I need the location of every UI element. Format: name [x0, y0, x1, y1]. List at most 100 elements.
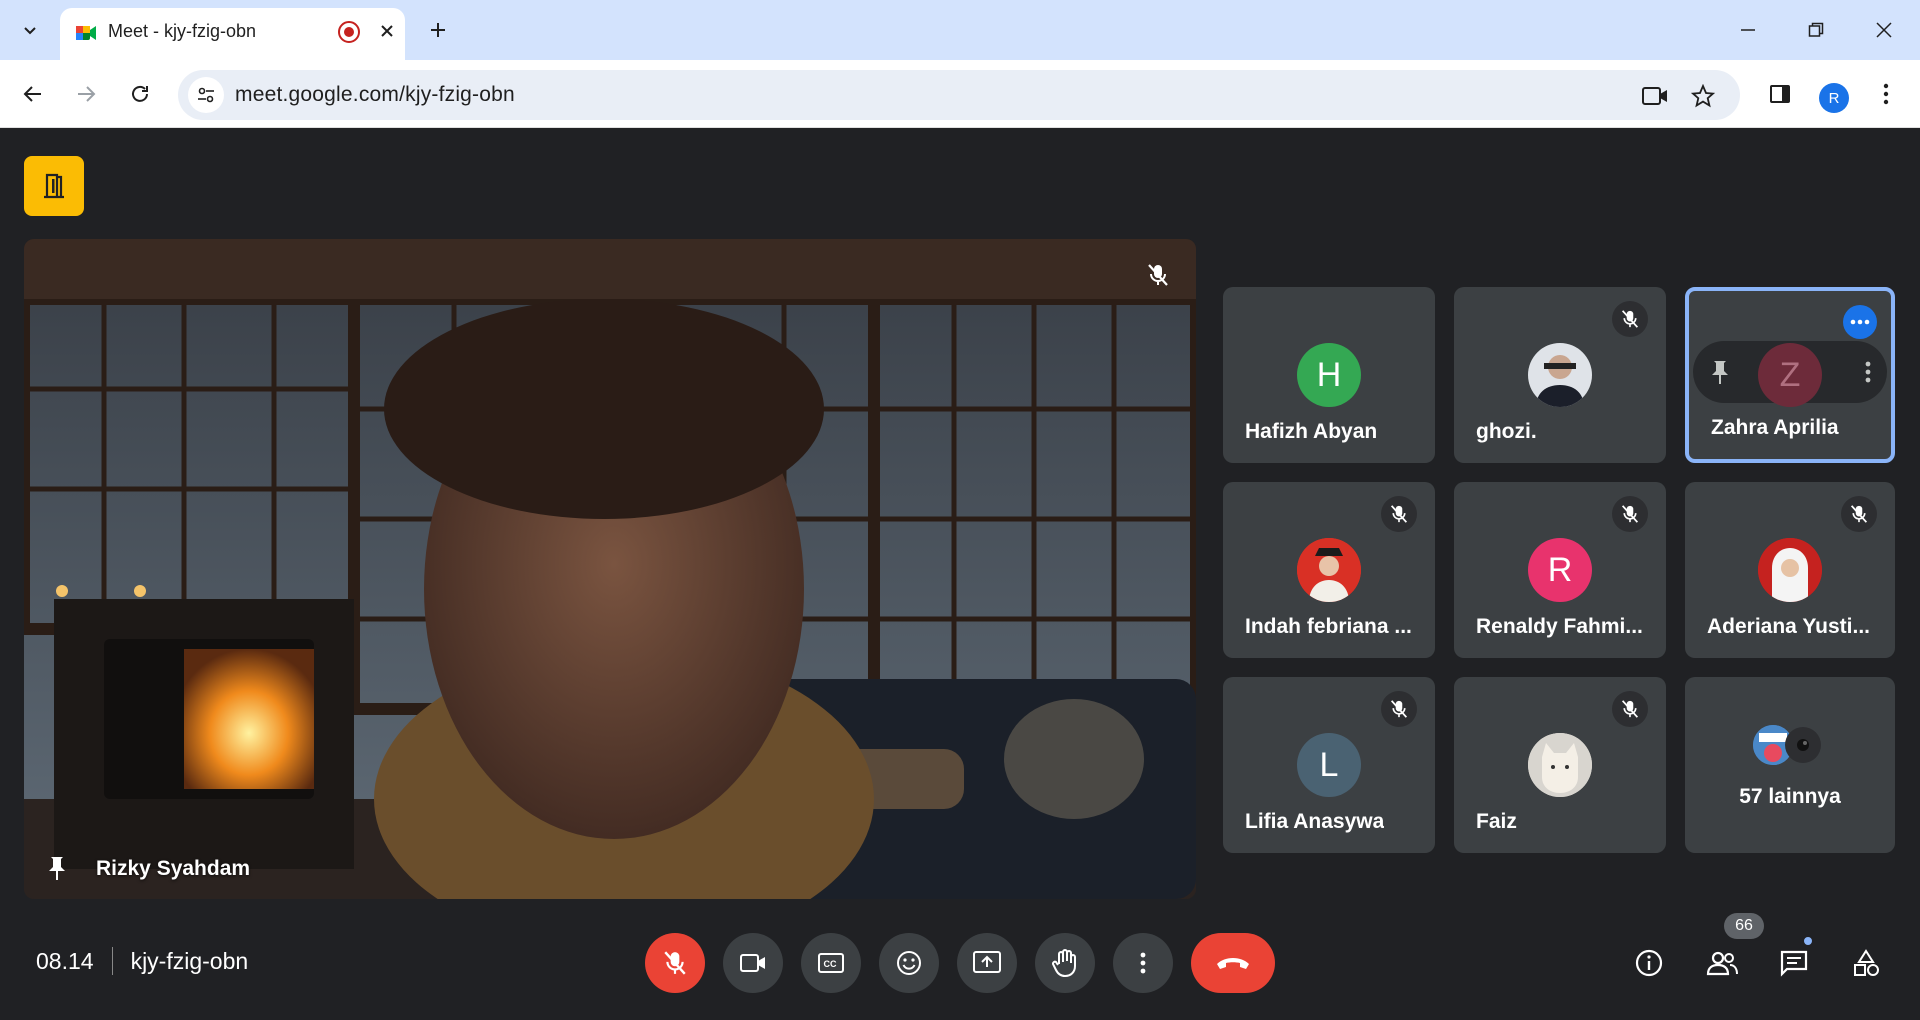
- avatar: Z: [1758, 343, 1822, 407]
- more-participants-tile[interactable]: 57 lainnya: [1685, 677, 1895, 853]
- camera-in-use-button[interactable]: [1638, 79, 1672, 113]
- chevron-down-icon: [24, 27, 36, 35]
- google-meet-favicon-icon: [76, 26, 96, 40]
- more-participants-label: 57 lainnya: [1739, 785, 1841, 808]
- participant-tile-selected[interactable]: Z Zahra Aprilia: [1685, 287, 1895, 463]
- meeting-time: 08.14: [36, 947, 94, 974]
- recording-indicator-icon: [338, 21, 360, 43]
- profile-avatar[interactable]: R: [1819, 83, 1849, 113]
- browser-menu-button[interactable]: [1866, 74, 1906, 114]
- main-speaker-name: Rizky Syahdam: [96, 857, 251, 880]
- emoji-icon: [897, 951, 921, 975]
- leave-call-button[interactable]: [1191, 933, 1275, 993]
- reactions-button[interactable]: [879, 933, 939, 993]
- pin-icon[interactable]: [40, 851, 74, 885]
- avatar: [1297, 538, 1361, 602]
- participant-tile[interactable]: R Renaldy Fahmi...: [1454, 482, 1666, 658]
- mic-off-icon: [664, 951, 686, 975]
- tab-search-button[interactable]: [9, 12, 51, 48]
- address-bar[interactable]: meet.google.com/kjy-fzig-obn: [178, 70, 1740, 120]
- tab-title: Meet - kjy-fzig-obn: [108, 21, 257, 41]
- breakout-room-button[interactable]: [24, 156, 84, 216]
- speaker-video-image: [24, 239, 1196, 899]
- mic-off-icon: [1381, 691, 1417, 727]
- meet-stage: Rizky Syahdam H Hafizh Abyan ghozi. Z Za…: [0, 129, 1920, 1020]
- more-options-button[interactable]: [1843, 305, 1877, 339]
- plus-icon: [431, 23, 445, 37]
- more-vert-icon: [1883, 83, 1889, 105]
- forward-button[interactable]: [66, 74, 106, 114]
- close-icon: [1876, 22, 1892, 38]
- more-options-button[interactable]: [1113, 933, 1173, 993]
- hand-icon: [1052, 949, 1076, 978]
- more-vert-icon: [1140, 952, 1146, 974]
- present-screen-icon: [973, 951, 1001, 973]
- participant-name: Lifia Anasywa: [1245, 810, 1385, 833]
- participant-tile[interactable]: H Hafizh Abyan: [1223, 287, 1435, 463]
- more-vert-icon[interactable]: [1865, 360, 1871, 384]
- participant-tile[interactable]: Indah febriana ...: [1223, 482, 1435, 658]
- mic-off-icon: [1841, 496, 1877, 532]
- browser-tab-meet[interactable]: Meet - kjy-fzig-obn: [60, 8, 405, 60]
- divider: [111, 947, 113, 975]
- minimize-window-button[interactable]: [1718, 10, 1778, 50]
- mic-off-icon: [1612, 301, 1648, 337]
- site-info-button[interactable]: [188, 77, 224, 113]
- main-speaker-tile[interactable]: Rizky Syahdam: [24, 239, 1196, 899]
- participant-tile[interactable]: Faiz: [1454, 677, 1666, 853]
- participant-tile[interactable]: L Lifia Anasywa: [1223, 677, 1435, 853]
- meeting-details: 08.14 kjy-fzig-obn: [36, 947, 248, 975]
- back-button[interactable]: [13, 74, 53, 114]
- bookmark-button[interactable]: [1686, 79, 1720, 113]
- chat-icon: [1780, 950, 1808, 977]
- call-end-icon: [1217, 958, 1249, 969]
- participant-name: Zahra Aprilia: [1711, 416, 1839, 439]
- pin-icon[interactable]: [1709, 359, 1731, 385]
- video-camera-icon: [1642, 87, 1667, 105]
- video-camera-icon: [740, 954, 765, 972]
- star-icon: [1691, 84, 1715, 108]
- avatar: L: [1297, 733, 1361, 797]
- avatar: [1528, 733, 1592, 797]
- mic-off-icon: [1612, 691, 1648, 727]
- activities-button[interactable]: [1842, 939, 1890, 987]
- url-text: meet.google.com/kjy-fzig-obn: [235, 83, 515, 106]
- side-panel-button[interactable]: [1760, 74, 1800, 114]
- participant-name: ghozi.: [1476, 420, 1537, 443]
- participant-name: Aderiana Yusti...: [1707, 615, 1871, 638]
- meeting-details-button[interactable]: [1625, 939, 1673, 987]
- participant-tile[interactable]: Aderiana Yusti...: [1685, 482, 1895, 658]
- reload-button[interactable]: [120, 74, 160, 114]
- browser-toolbar: meet.google.com/kjy-fzig-obn R: [0, 60, 1920, 128]
- side-panel-icon: [1770, 85, 1790, 103]
- raise-hand-button[interactable]: [1035, 933, 1095, 993]
- tune-icon: [198, 87, 214, 103]
- close-window-button[interactable]: [1854, 10, 1914, 50]
- avatar: H: [1297, 343, 1361, 407]
- svg-text:CC: CC: [824, 959, 837, 969]
- toggle-camera-button[interactable]: [723, 933, 783, 993]
- people-button[interactable]: [1698, 939, 1746, 987]
- reload-icon: [132, 85, 148, 102]
- mic-off-icon: [1142, 259, 1174, 291]
- participant-name: Indah febriana ...: [1245, 615, 1412, 638]
- mic-off-icon: [1381, 496, 1417, 532]
- avatar: [1758, 538, 1822, 602]
- avatar: [1785, 727, 1821, 763]
- restore-window-button[interactable]: [1786, 10, 1846, 50]
- minimize-icon: [1741, 29, 1755, 31]
- close-tab-icon[interactable]: [374, 18, 400, 44]
- captions-button[interactable]: CC: [801, 933, 861, 993]
- meeting-code: kjy-fzig-obn: [130, 947, 249, 974]
- participant-name: Renaldy Fahmi...: [1476, 615, 1643, 638]
- arrow-right-icon: [78, 86, 96, 102]
- more-horiz-icon: [1850, 319, 1870, 325]
- arrow-left-icon: [23, 86, 41, 102]
- mic-off-icon: [1612, 496, 1648, 532]
- participant-count-badge: 66: [1724, 913, 1764, 939]
- new-tab-button[interactable]: [420, 12, 456, 48]
- present-screen-button[interactable]: [957, 933, 1017, 993]
- participant-tile[interactable]: ghozi.: [1454, 287, 1666, 463]
- toggle-microphone-button[interactable]: [645, 933, 705, 993]
- participant-name: Faiz: [1476, 810, 1517, 833]
